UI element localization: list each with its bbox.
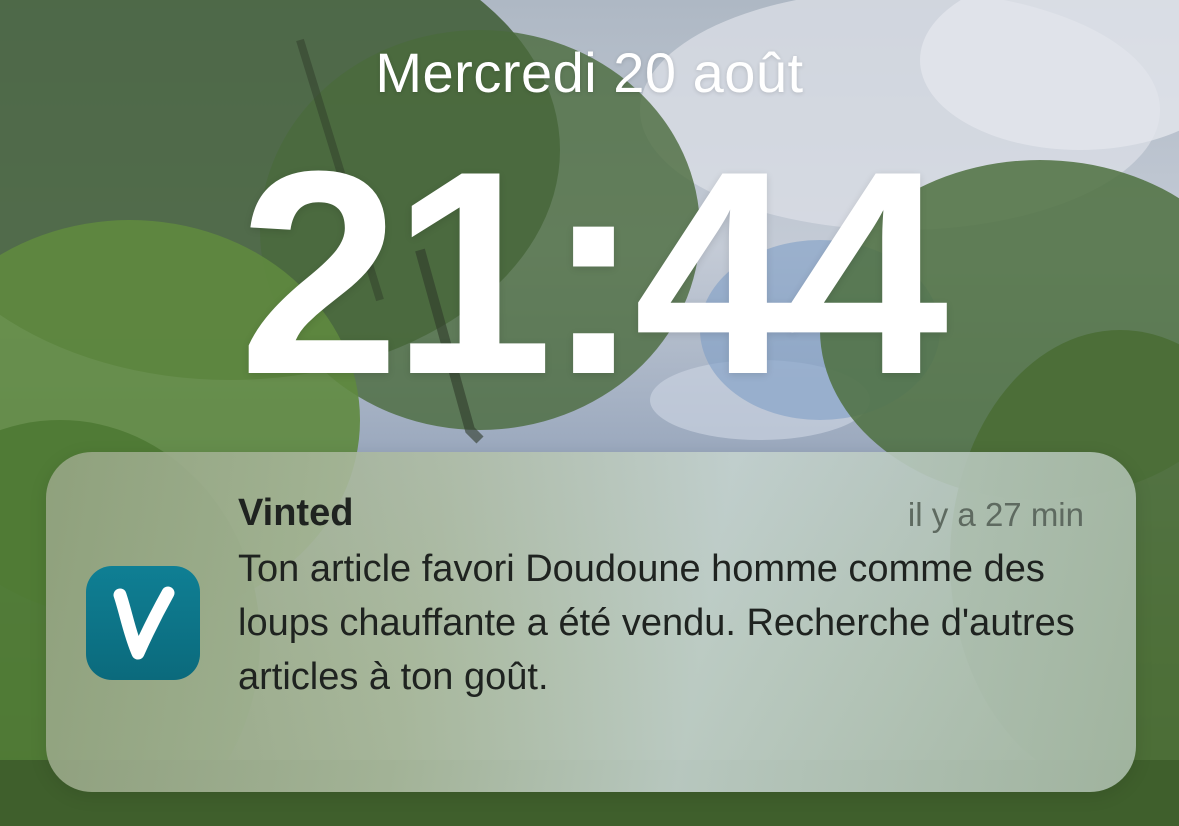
notification-body: Ton article favori Doudoune homme comme … xyxy=(238,548,1075,698)
vinted-app-icon xyxy=(86,566,200,680)
notification-timestamp: il y a 27 min xyxy=(907,496,1084,533)
notification-app-name: Vinted xyxy=(238,492,354,534)
lockscreen-date: Mercredi 20 août xyxy=(375,41,804,104)
notification-card[interactable]: Vinted il y a 27 min Ton article favori … xyxy=(46,452,1136,792)
lockscreen-clock: 21:44 xyxy=(238,111,949,435)
